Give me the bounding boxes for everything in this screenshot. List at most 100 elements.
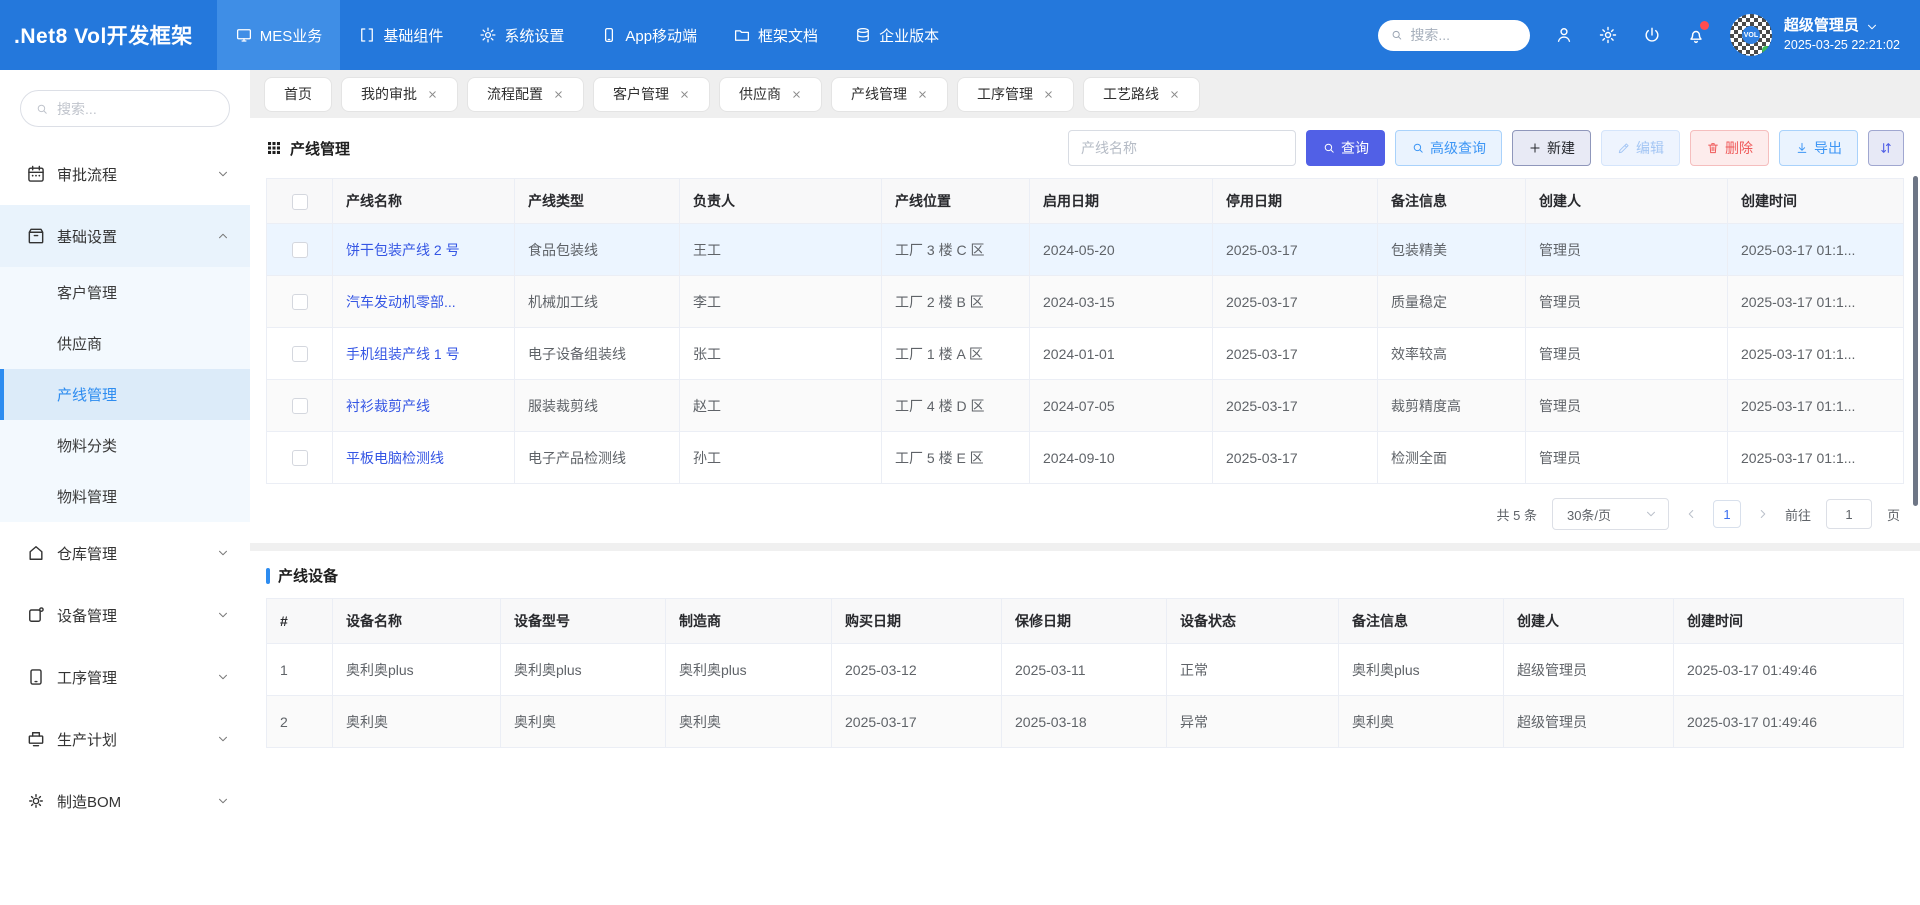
cell-start-date: 2024-07-05 bbox=[1029, 379, 1213, 432]
header-cell: 设备型号 bbox=[500, 598, 666, 644]
sidebar-item-equipment[interactable]: 设备管理 bbox=[0, 584, 250, 646]
cell-line-name[interactable]: 平板电脑检测线 bbox=[332, 431, 515, 484]
sidebar-item-production-plan[interactable]: 生产计划 bbox=[0, 708, 250, 770]
tab-close-icon[interactable] bbox=[679, 89, 690, 100]
row-checkbox[interactable] bbox=[291, 294, 308, 311]
line-name-search-input[interactable] bbox=[1068, 130, 1296, 166]
sidebar-item-material-category[interactable]: 物料分类 bbox=[0, 420, 250, 471]
main-area: 首页 我的审批 流程配置 客户管理 供应商 产线管理 工序管理 工艺路线 产线管… bbox=[250, 70, 1920, 905]
cell-creator: 管理员 bbox=[1525, 327, 1728, 380]
row-checkbox[interactable] bbox=[291, 398, 308, 415]
cell-start-date: 2024-05-20 bbox=[1029, 223, 1213, 276]
goto-label: 前往 bbox=[1784, 507, 1811, 523]
cell-equipment-model: 奥利奥plus bbox=[500, 643, 666, 696]
edit-button[interactable]: 编辑 bbox=[1601, 130, 1680, 166]
sidebar-item-material-mgmt[interactable]: 物料管理 bbox=[0, 471, 250, 522]
sort-button[interactable] bbox=[1868, 130, 1904, 166]
power-icon[interactable] bbox=[1642, 25, 1662, 45]
create-button[interactable]: 新建 bbox=[1512, 130, 1591, 166]
table-row[interactable]: 衬衫裁剪产线 服装裁剪线 赵工 工厂 4 楼 D 区 2024-07-05 20… bbox=[266, 379, 1904, 432]
delete-button[interactable]: 删除 bbox=[1690, 130, 1769, 166]
notifications-icon[interactable] bbox=[1686, 21, 1709, 45]
sidebar-item-supplier[interactable]: 供应商 bbox=[0, 318, 250, 369]
row-checkbox[interactable] bbox=[291, 242, 308, 259]
cell-stop-date: 2025-03-17 bbox=[1212, 431, 1378, 484]
page-size-select[interactable]: 30条/页 bbox=[1551, 498, 1669, 530]
prev-page-icon[interactable] bbox=[1684, 507, 1698, 521]
cell-line-name[interactable]: 手机组装产线 1 号 bbox=[332, 327, 515, 380]
tab[interactable]: 流程配置 bbox=[467, 76, 584, 112]
total-count: 共 5 条 bbox=[1496, 507, 1537, 523]
monitor-icon bbox=[236, 29, 251, 42]
sidebar-item-production-line[interactable]: 产线管理 bbox=[0, 369, 250, 420]
cell-manager: 张工 bbox=[679, 327, 882, 380]
goto-page-input[interactable] bbox=[1825, 499, 1872, 529]
tab[interactable]: 工艺路线 bbox=[1083, 76, 1200, 112]
cell-remark: 奥利奥plus bbox=[1338, 643, 1504, 696]
table-row[interactable]: 2 奥利奥 奥利奥 奥利奥 2025-03-17 2025-03-18 异常 奥… bbox=[266, 695, 1904, 748]
sidebar-item-basic-settings[interactable]: 基础设置 bbox=[0, 205, 250, 267]
section-title-line-equipment: 产线设备 bbox=[266, 565, 1904, 586]
table-row[interactable]: 平板电脑检测线 电子产品检测线 孙工 工厂 5 楼 E 区 2024-09-10… bbox=[266, 431, 1904, 484]
tab-close-icon[interactable] bbox=[427, 89, 438, 100]
header-cell: 保修日期 bbox=[1001, 598, 1167, 644]
tab[interactable]: 工序管理 bbox=[957, 76, 1074, 112]
nav-item-system-settings[interactable]: 系统设置 bbox=[461, 0, 582, 70]
header-cell: 制造商 bbox=[665, 598, 832, 644]
header-cell: 产线名称 bbox=[332, 178, 515, 224]
cell-line-name[interactable]: 汽车发动机零部... bbox=[332, 275, 515, 328]
tab-close-icon[interactable] bbox=[553, 89, 564, 100]
cell-position: 工厂 2 楼 B 区 bbox=[881, 275, 1030, 328]
cell-remark: 质量稳定 bbox=[1377, 275, 1526, 328]
topbar-search-input[interactable] bbox=[1410, 27, 1518, 43]
page-unit-label: 页 bbox=[1886, 507, 1900, 523]
sidebar-item-manufacturing-bom[interactable]: 制造BOM bbox=[0, 770, 250, 832]
page-number[interactable]: 1 bbox=[1712, 500, 1741, 528]
sidebar-item-warehouse[interactable]: 仓库管理 bbox=[0, 522, 250, 584]
user-icon[interactable] bbox=[1554, 25, 1574, 45]
nav-item-app-mobile[interactable]: App移动端 bbox=[582, 0, 715, 70]
tab[interactable]: 首页 bbox=[264, 76, 332, 112]
table-row[interactable]: 汽车发动机零部... 机械加工线 李工 工厂 2 楼 B 区 2024-03-1… bbox=[266, 275, 1904, 328]
sidebar-search-input[interactable] bbox=[57, 100, 215, 117]
cell-line-type: 机械加工线 bbox=[514, 275, 680, 328]
sidebar-item-process[interactable]: 工序管理 bbox=[0, 646, 250, 708]
cell-line-name[interactable]: 饼干包装产线 2 号 bbox=[332, 223, 515, 276]
tab[interactable]: 供应商 bbox=[719, 76, 822, 112]
cell-remark: 效率较高 bbox=[1377, 327, 1526, 380]
sidebar-item-customer-mgmt[interactable]: 客户管理 bbox=[0, 267, 250, 318]
nav-item-components[interactable]: 基础组件 bbox=[340, 0, 461, 70]
tab-close-icon[interactable] bbox=[791, 89, 802, 100]
table-row[interactable]: 1 奥利奥plus 奥利奥plus 奥利奥plus 2025-03-12 202… bbox=[266, 643, 1904, 696]
tab[interactable]: 我的审批 bbox=[341, 76, 458, 112]
query-button[interactable]: 查询 bbox=[1306, 130, 1385, 166]
advanced-query-button[interactable]: 高级查询 bbox=[1395, 130, 1502, 166]
nav-item-docs[interactable]: 框架文档 bbox=[715, 0, 836, 70]
tab-close-icon[interactable] bbox=[1169, 89, 1180, 100]
nav-item-mes[interactable]: MES业务 bbox=[216, 0, 341, 70]
tab-close-icon[interactable] bbox=[917, 89, 928, 100]
user-menu[interactable]: 超级管理员 bbox=[1784, 16, 1900, 36]
chevron-down-icon bbox=[219, 798, 227, 804]
tab-close-icon[interactable] bbox=[1043, 89, 1054, 100]
tab[interactable]: 产线管理 bbox=[831, 76, 948, 112]
row-checkbox[interactable] bbox=[291, 346, 308, 363]
row-checkbox[interactable] bbox=[291, 450, 308, 467]
export-button[interactable]: 导出 bbox=[1779, 130, 1858, 166]
table-scrollbar[interactable] bbox=[1913, 176, 1918, 506]
avatar[interactable]: VOL bbox=[1729, 14, 1772, 56]
table-row[interactable]: 手机组装产线 1 号 电子设备组装线 张工 工厂 1 楼 A 区 2024-01… bbox=[266, 327, 1904, 380]
sidebar-item-approval-flow[interactable]: 审批流程 bbox=[0, 143, 250, 205]
table-row[interactable]: 饼干包装产线 2 号 食品包装线 王工 工厂 3 楼 C 区 2024-05-2… bbox=[266, 223, 1904, 276]
cell-buy-date: 2025-03-12 bbox=[831, 643, 1002, 696]
cell-start-date: 2024-09-10 bbox=[1029, 431, 1213, 484]
avatar-badge: VOL bbox=[1741, 26, 1760, 44]
nav-item-enterprise[interactable]: 企业版本 bbox=[836, 0, 957, 70]
cell-line-name[interactable]: 衬衫裁剪产线 bbox=[332, 379, 515, 432]
select-all-checkbox[interactable] bbox=[291, 193, 308, 210]
next-page-icon[interactable] bbox=[1756, 507, 1770, 521]
production-line-table-body: 饼干包装产线 2 号 食品包装线 王工 工厂 3 楼 C 区 2024-05-2… bbox=[266, 223, 1904, 484]
settings-icon[interactable] bbox=[1598, 25, 1618, 45]
cell-status: 正常 bbox=[1166, 643, 1339, 696]
tab[interactable]: 客户管理 bbox=[593, 76, 710, 112]
